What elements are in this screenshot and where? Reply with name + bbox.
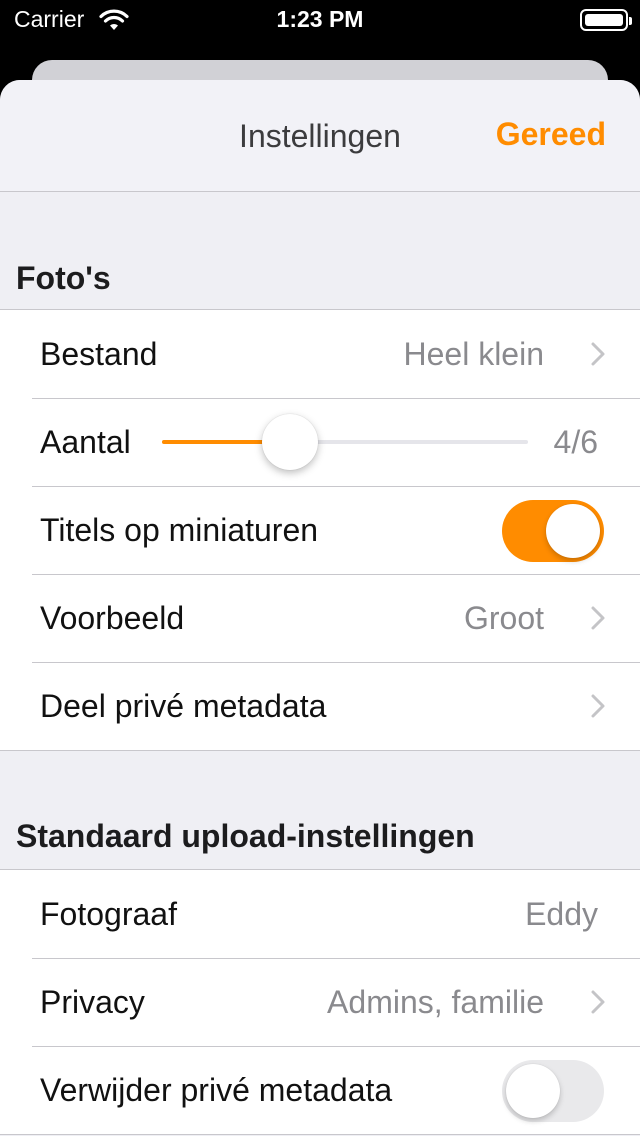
preview-label: Voorbeeld [40,600,185,636]
count-value: 4/6 [553,424,598,460]
count-slider[interactable] [162,414,528,470]
file-size-label: Bestand [40,336,158,372]
count-row: Aantal 4/6 [0,398,640,486]
photos-settings-group: Bestand Heel klein Aantal 4/6 Titels op … [0,309,640,751]
photographer-label: Fotograaf [40,896,177,932]
preview-row[interactable]: Voorbeeld Groot [0,574,640,662]
slider-knob[interactable] [262,414,319,470]
toggle-knob [546,504,600,558]
clock: 1:23 PM [276,6,364,32]
strip-metadata-label: Verwijder privé metadata [40,1072,393,1108]
file-size-row[interactable]: Bestand Heel klein [0,310,640,398]
photographer-row[interactable]: Fotograaf Eddy [0,870,640,958]
chevron-right-icon [591,990,605,1014]
strip-metadata-toggle[interactable] [502,1060,604,1122]
privacy-label: Privacy [40,984,145,1020]
chevron-right-icon [591,606,605,630]
toggle-knob [506,1064,560,1118]
strip-metadata-row: Verwijder privé metadata [0,1046,640,1134]
section-header-upload: Standaard upload-instellingen [16,818,475,854]
section-header-photos: Foto's [16,260,111,296]
thumbnail-titles-row: Titels op miniaturen [0,486,640,574]
settings-sheet: Instellingen Gereed Foto's Bestand Heel … [0,80,640,1136]
photographer-value[interactable]: Eddy [525,896,598,933]
privacy-row[interactable]: Privacy Admins, familie [0,958,640,1046]
status-bar: Carrier 1:23 PM [0,0,640,40]
count-label: Aantal [40,424,131,460]
thumbnail-titles-toggle[interactable] [502,500,604,562]
share-metadata-row[interactable]: Deel privé metadata [0,662,640,750]
thumbnail-titles-label: Titels op miniaturen [40,512,319,548]
file-size-value: Heel klein [403,336,544,372]
share-metadata-label: Deel privé metadata [40,688,327,724]
upload-settings-group: Fotograaf Eddy Privacy Admins, familie V… [0,869,640,1135]
chevron-right-icon [591,694,605,718]
battery-icon [580,9,632,31]
preview-value: Groot [463,600,544,636]
privacy-value: Admins, familie [327,984,544,1020]
done-button[interactable]: Gereed [496,116,606,153]
navigation-bar: Instellingen Gereed [0,80,640,192]
chevron-right-icon [591,342,605,366]
